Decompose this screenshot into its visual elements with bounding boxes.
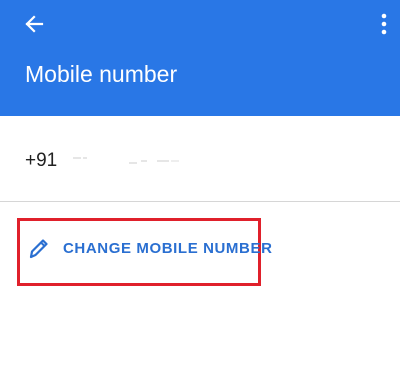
mobile-number-screen: Mobile number +91 CHANGE MOBILE NUMBER — [0, 0, 400, 379]
page-title: Mobile number — [25, 61, 178, 87]
more-options-button[interactable] — [372, 8, 396, 40]
pencil-icon — [29, 239, 48, 259]
more-vert-icon — [381, 13, 387, 35]
change-mobile-number-label: CHANGE MOBILE NUMBER — [63, 240, 273, 257]
masked-number-digits — [72, 156, 179, 164]
mobile-number-value: +91 — [25, 149, 191, 173]
change-mobile-number-button[interactable]: CHANGE MOBILE NUMBER — [27, 236, 273, 262]
app-bar: Mobile number — [0, 0, 400, 116]
back-button[interactable] — [18, 8, 50, 40]
country-code: +91 — [25, 150, 58, 171]
arrow-back-icon — [25, 15, 44, 33]
mobile-number-row: +91 — [0, 116, 400, 202]
